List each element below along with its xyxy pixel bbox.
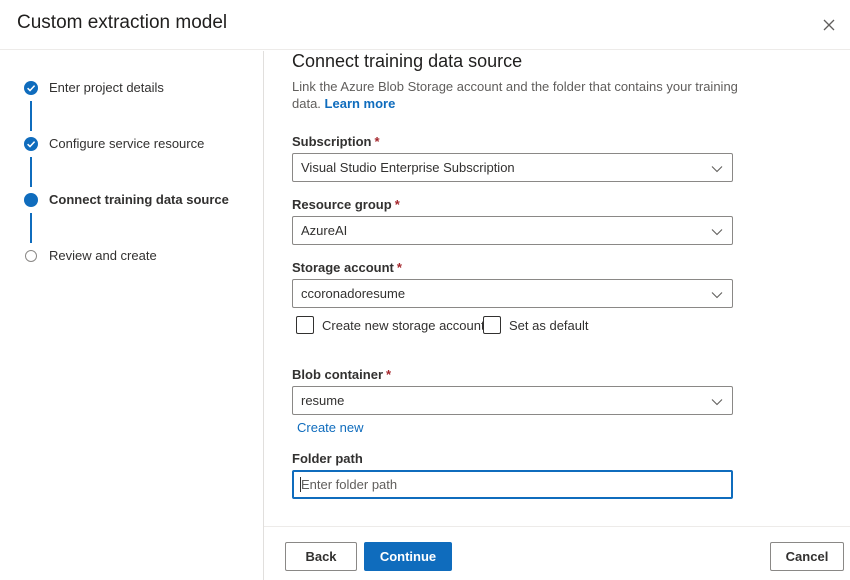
storage-account-value: ccoronadoresume (301, 286, 406, 301)
learn-more-link[interactable]: Learn more (325, 96, 396, 111)
storage-account-label-text: Storage account (292, 260, 394, 275)
current-step-icon (24, 193, 38, 207)
resource-group-label: Resource group * (292, 197, 400, 212)
subscription-label-text: Subscription (292, 134, 372, 149)
section-heading: Connect training data source (292, 51, 523, 71)
step-configure-service-resource[interactable]: Configure service resource (0, 133, 260, 157)
blob-container-label: Blob container * (292, 367, 391, 382)
back-button[interactable]: Back (285, 542, 357, 571)
chevron-down-icon (711, 162, 723, 174)
required-marker: * (396, 260, 402, 275)
checkbox-box[interactable] (483, 316, 501, 334)
checkmark-icon (24, 81, 38, 95)
blob-container-dropdown[interactable]: resume (292, 386, 733, 415)
step-connector (30, 157, 32, 187)
checkbox-box[interactable] (296, 316, 314, 334)
storage-account-dropdown[interactable]: ccoronadoresume (292, 279, 733, 308)
resource-group-label-text: Resource group (292, 197, 392, 212)
pending-step-icon (25, 250, 37, 262)
step-connector (30, 213, 32, 243)
folder-path-input[interactable] (292, 470, 733, 499)
required-marker: * (374, 134, 380, 149)
subscription-dropdown[interactable]: Visual Studio Enterprise Subscription (292, 153, 733, 182)
checkmark-icon (24, 137, 38, 151)
step-enter-project-details[interactable]: Enter project details (0, 77, 260, 101)
storage-account-label: Storage account * (292, 260, 402, 275)
create-new-container-link[interactable]: Create new (297, 420, 363, 435)
folder-path-label: Folder path (292, 451, 363, 466)
resource-group-dropdown[interactable]: AzureAI (292, 216, 733, 245)
resource-group-value: AzureAI (301, 223, 348, 238)
checkbox-label: Set as default (509, 318, 589, 333)
step-review-and-create[interactable]: Review and create (0, 245, 260, 269)
required-marker: * (394, 197, 400, 212)
chevron-down-icon (711, 225, 723, 237)
close-icon[interactable] (817, 13, 841, 37)
dialog-title: Custom extraction model (17, 12, 228, 33)
continue-button[interactable]: Continue (364, 542, 452, 571)
required-marker: * (386, 367, 392, 382)
step-connect-training-data-source[interactable]: Connect training data source (0, 189, 260, 213)
step-label: Enter project details (49, 80, 164, 95)
wizard-steps: Enter project details Configure service … (0, 51, 264, 580)
step-connector (30, 101, 32, 131)
step-label: Review and create (49, 248, 157, 263)
subscription-label: Subscription * (292, 134, 380, 149)
chevron-down-icon (711, 395, 723, 407)
blob-container-label-text: Blob container (292, 367, 384, 382)
checkbox-label: Create new storage account (322, 318, 485, 333)
dialog-header: Custom extraction model (0, 0, 850, 50)
cancel-button[interactable]: Cancel (770, 542, 844, 571)
section-description: Link the Azure Blob Storage account and … (292, 78, 742, 112)
text-cursor (300, 477, 301, 492)
step-label: Configure service resource (49, 136, 205, 151)
blob-container-value: resume (301, 393, 345, 408)
subscription-value: Visual Studio Enterprise Subscription (301, 160, 515, 175)
chevron-down-icon (711, 288, 723, 300)
footer-divider (264, 526, 850, 527)
step-label: Connect training data source (49, 192, 229, 207)
